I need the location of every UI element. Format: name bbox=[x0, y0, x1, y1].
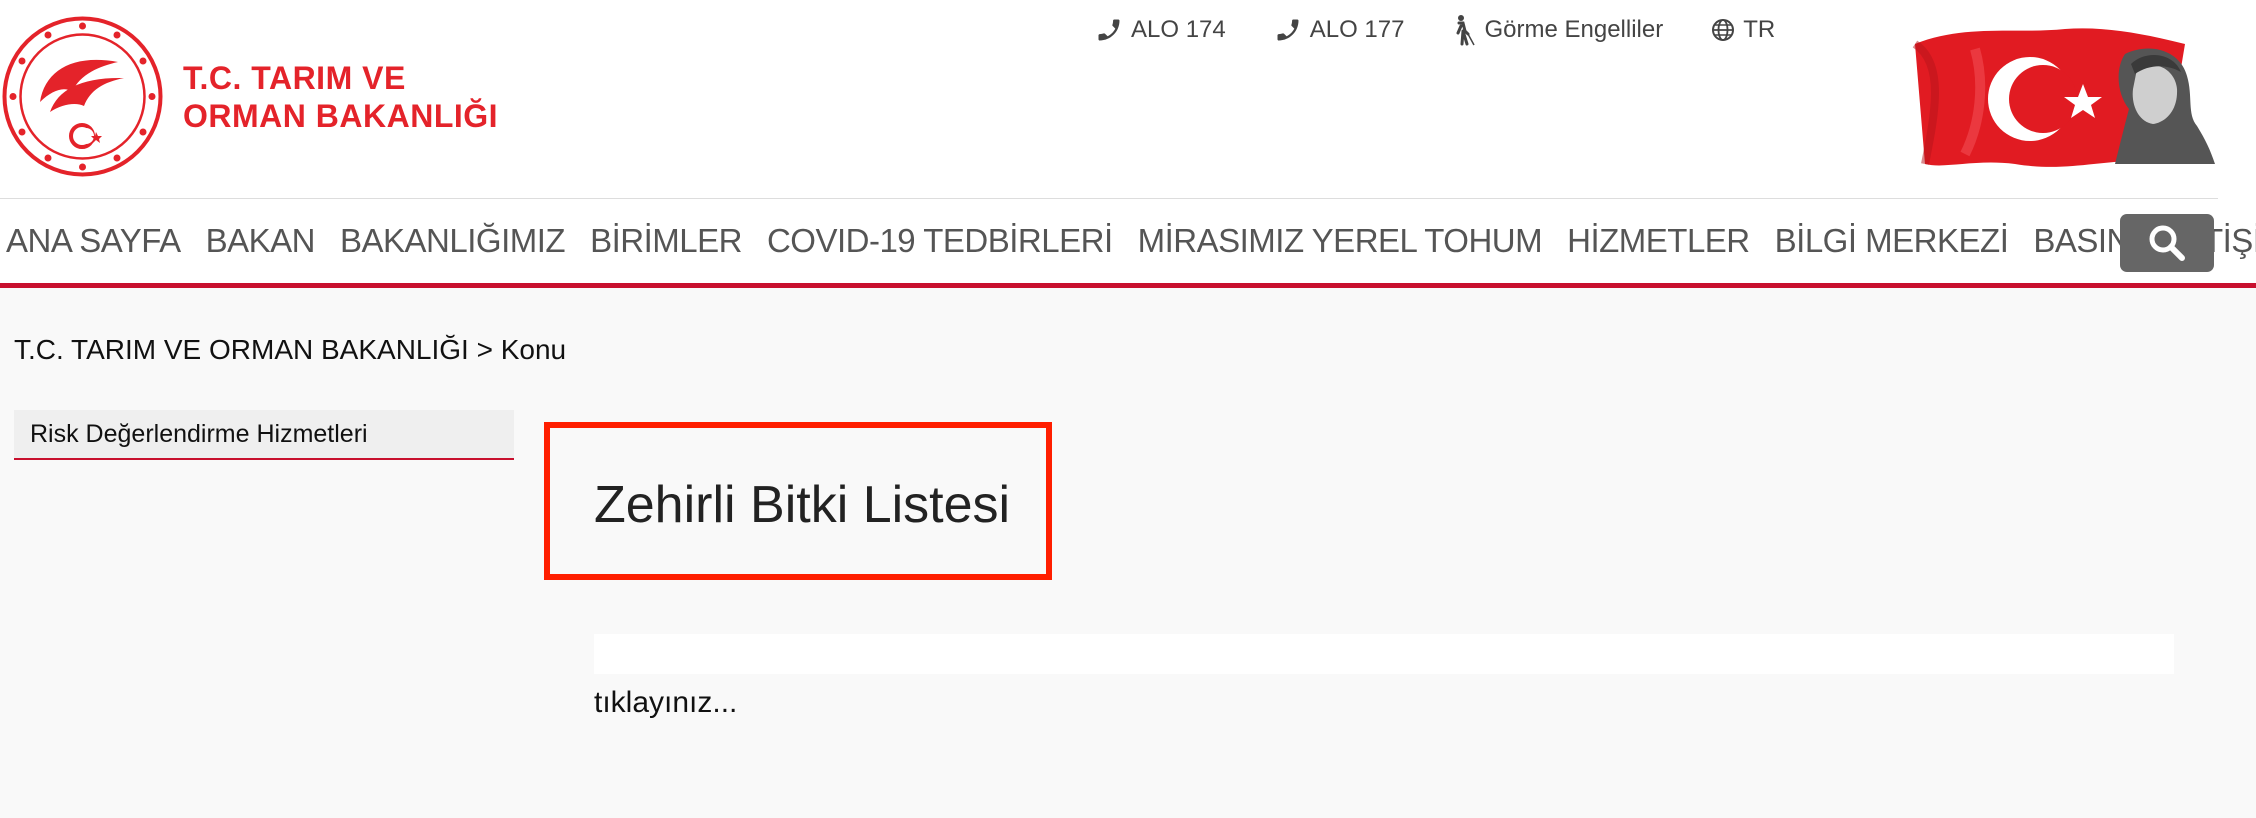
click-here-link[interactable]: tıklayınız... bbox=[594, 686, 737, 720]
alo-177-label: ALO 177 bbox=[1309, 16, 1405, 43]
ministry-logo[interactable]: T.C. TARIM VE ORMAN BAKANLIĞI bbox=[0, 14, 498, 179]
language-link[interactable]: TR bbox=[1711, 16, 1775, 44]
content-bar bbox=[594, 634, 2174, 674]
phone-icon bbox=[1277, 19, 1299, 41]
nav-item-local-seed[interactable]: MİRASIMIZ YEREL TOHUM bbox=[1138, 222, 1543, 260]
logo-line-1: T.C. TARIM VE bbox=[183, 59, 406, 96]
language-label: TR bbox=[1743, 16, 1776, 43]
alo-174-link[interactable]: ALO 174 bbox=[1095, 16, 1226, 44]
search-button[interactable] bbox=[2120, 214, 2214, 272]
nav-item-info-center[interactable]: BİLGİ MERKEZİ bbox=[1775, 222, 2009, 260]
logo-line-2: ORMAN BAKANLIĞI bbox=[183, 97, 499, 134]
main-nav: ANA SAYFA BAKAN BAKANLIĞIMIZ BİRİMLER CO… bbox=[0, 200, 2256, 288]
breadcrumb[interactable]: T.C. TARIM VE ORMAN BAKANLIĞI > Konu bbox=[14, 334, 566, 366]
nav-item-covid[interactable]: COVID-19 TEDBİRLERİ bbox=[767, 222, 1113, 260]
ministry-emblem-icon bbox=[2, 16, 163, 177]
phone-icon bbox=[1098, 19, 1120, 41]
globe-icon bbox=[1712, 19, 1735, 41]
top-links: ALO 174 ALO 177 Görme Engelliler TR bbox=[1095, 10, 1775, 50]
nav-item-ministry[interactable]: BAKANLIĞIMIZ bbox=[340, 222, 566, 260]
alo-177-link[interactable]: ALO 177 bbox=[1274, 16, 1405, 44]
flag-ataturk-banner bbox=[1912, 28, 2215, 167]
page-title: Zehirli Bitki Listesi bbox=[594, 476, 1011, 534]
nav-item-minister[interactable]: BAKAN bbox=[206, 222, 316, 260]
nav-item-home[interactable]: ANA SAYFA bbox=[6, 222, 181, 260]
nav-item-units[interactable]: BİRİMLER bbox=[590, 222, 742, 260]
visually-impaired-link[interactable]: Görme Engelliler bbox=[1452, 14, 1663, 46]
alo-174-label: ALO 174 bbox=[1131, 16, 1226, 43]
logo-text: T.C. TARIM VE ORMAN BAKANLIĞI bbox=[183, 59, 498, 135]
sidebar-item-risk-assessment[interactable]: Risk Değerlendirme Hizmetleri bbox=[14, 410, 514, 460]
nav-item-press[interactable]: BASIN bbox=[2033, 222, 2130, 260]
nav-item-services[interactable]: HİZMETLER bbox=[1567, 222, 1750, 260]
blind-person-icon bbox=[1456, 15, 1476, 46]
header: T.C. TARIM VE ORMAN BAKANLIĞI ALO 174 AL… bbox=[0, 0, 2256, 200]
visually-impaired-label: Görme Engelliler bbox=[1484, 16, 1664, 43]
search-icon bbox=[2149, 225, 2185, 261]
header-divider bbox=[0, 198, 2218, 199]
